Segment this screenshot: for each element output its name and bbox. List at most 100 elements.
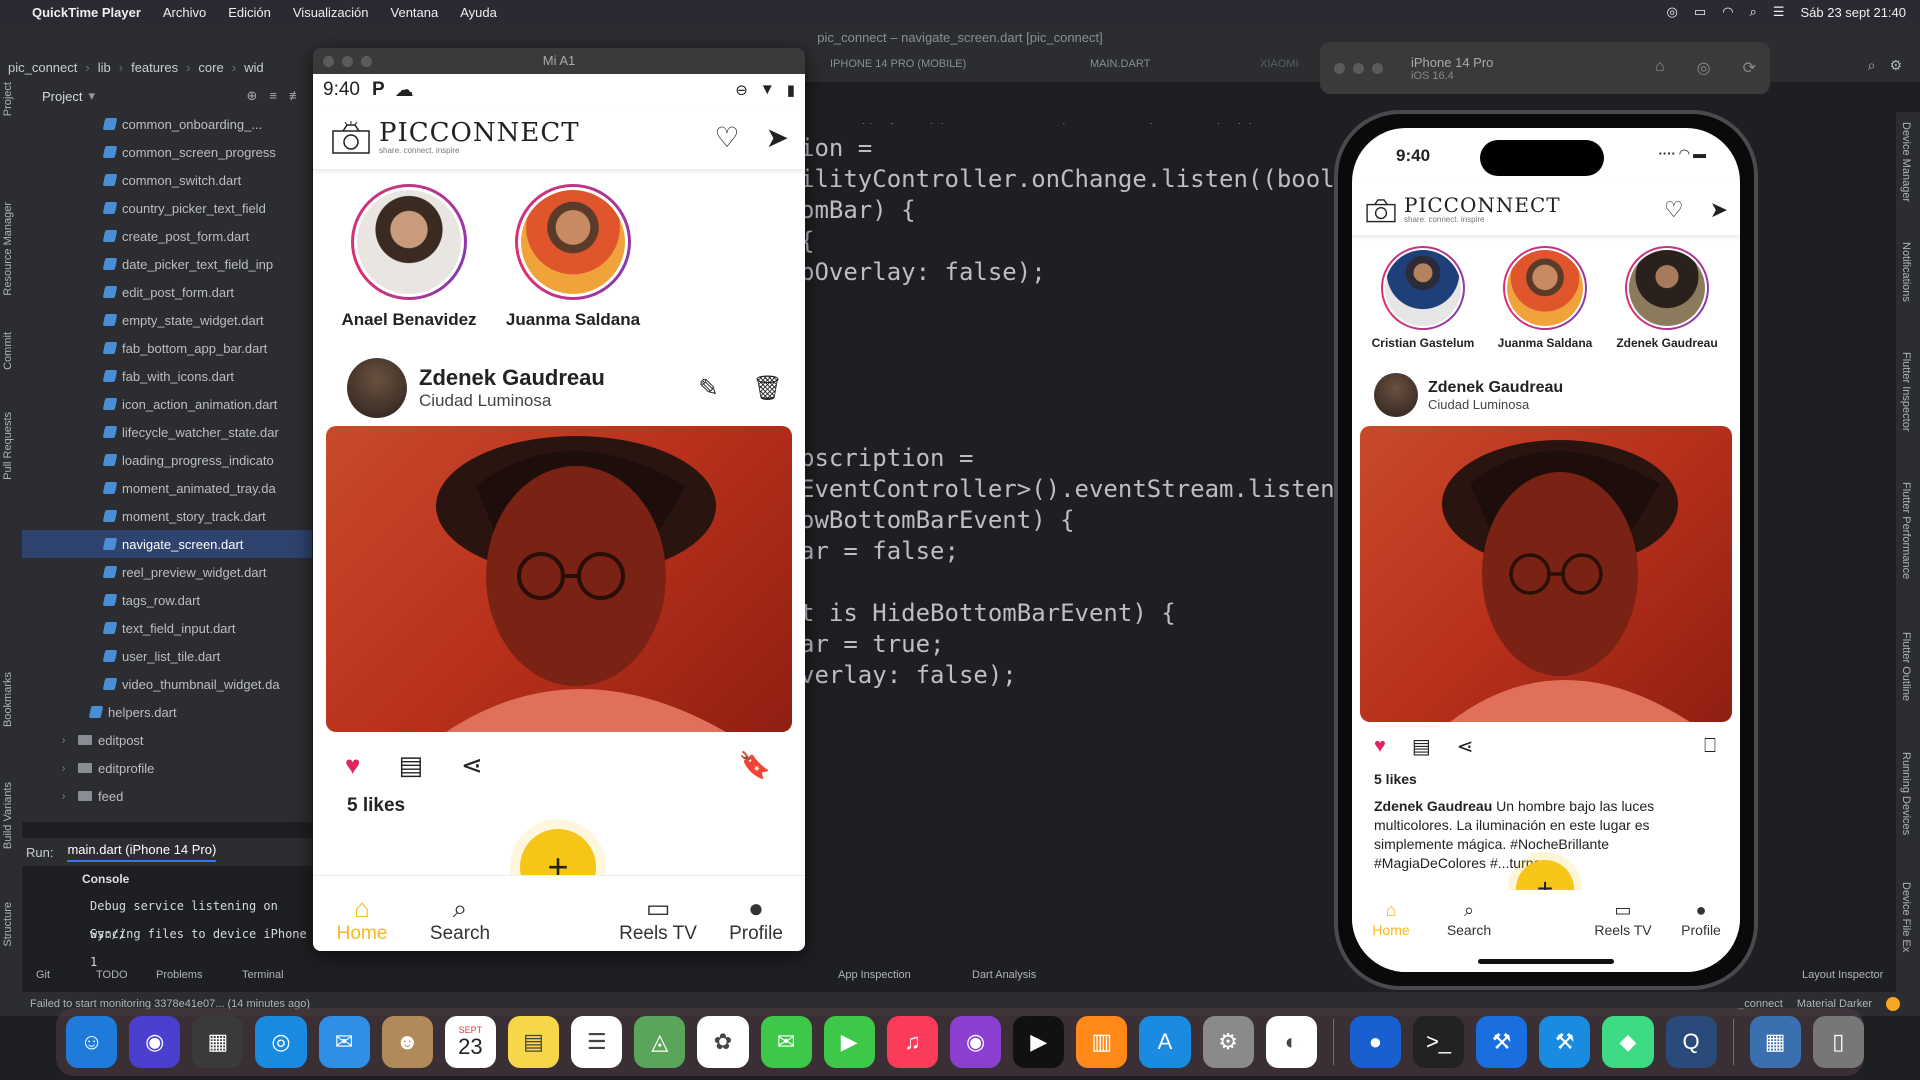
wifi-icon[interactable]: ◠ [1722,4,1733,20]
chevron-right-icon[interactable]: › [62,763,74,774]
menu-ventana[interactable]: Ventana [391,5,439,20]
tree-file[interactable]: fab_with_icons.dart [22,362,312,390]
tool-dart-analysis[interactable]: Dart Analysis [972,969,1036,981]
tree-file[interactable]: loading_progress_indicato [22,446,312,474]
tree-file[interactable]: helpers.dart [22,698,312,726]
control-center-icon[interactable]: ☰ [1773,4,1785,20]
tree-file[interactable]: common_screen_progress [22,138,312,166]
tool-layout-inspector[interactable]: Layout Inspector [1802,969,1883,981]
post-image[interactable] [1360,426,1732,722]
comment-icon[interactable]: ▤ [1412,734,1431,759]
tool-structure[interactable]: Structure [2,902,14,947]
dock-mail-icon[interactable]: ✉ [318,1016,370,1068]
tool-commit[interactable]: Commit [2,332,14,370]
share-icon[interactable]: ⋖ [461,750,483,781]
post-author[interactable]: Zdenek Gaudreau [1428,379,1563,397]
avatar[interactable] [347,358,407,418]
dock-quicktime-icon[interactable]: Q [1665,1016,1717,1068]
search-icon[interactable]: ⌕ [1750,4,1757,20]
app-menu[interactable]: QuickTime Player [32,5,141,20]
battery-icon[interactable]: ▭ [1694,4,1706,20]
dock-contacts-icon[interactable]: ☻ [381,1016,433,1068]
tree-folder[interactable]: › feed [22,782,312,810]
dock-app-store-icon[interactable]: A [1139,1016,1191,1068]
story-item[interactable]: Anael Benavidez [339,184,479,340]
nav-search[interactable]: ⌕ Search [411,893,509,945]
dock-reminders-icon[interactable]: ☰ [571,1016,623,1068]
dock-music-icon[interactable]: ♫ [886,1016,938,1068]
tool-project[interactable]: Project [2,82,14,116]
tree-file[interactable]: date_picker_text_field_inp [22,250,312,278]
tool-notifications[interactable]: Notifications [1900,242,1912,302]
dock-launchpad-icon[interactable]: ▦ [192,1016,244,1068]
tool-app-inspection[interactable]: App Inspection [838,969,911,981]
dock-terminal-icon[interactable]: >_ [1412,1016,1465,1068]
breadcrumb-project[interactable]: pic_connect [8,60,77,75]
run-config-selector[interactable]: MAIN.DART [1090,58,1150,70]
breadcrumb-features[interactable]: features [131,60,178,75]
tree-file[interactable]: edit_post_form.dart [22,278,312,306]
nav-reels[interactable]: ▭ Reels TV [609,893,707,945]
home-icon[interactable]: ⌂ [1655,58,1665,78]
dock-android-studio-icon[interactable]: ◆ [1602,1016,1654,1068]
tree-file[interactable]: moment_animated_tray.da [22,474,312,502]
dock-xcode-icon[interactable]: ⚒ [1476,1016,1528,1068]
nav-home[interactable]: ⌂ Home [1352,900,1430,972]
tree-file[interactable]: reel_preview_widget.dart [22,558,312,586]
heart-filled-icon[interactable]: ♥ [345,750,360,781]
dock-downloads-icon[interactable]: ▦ [1749,1016,1801,1068]
tool-flutter-outline[interactable]: Flutter Outline [1900,632,1912,701]
caption-author[interactable]: Zdenek Gaudreau [1374,798,1492,814]
tool-problems[interactable]: Problems [156,969,202,981]
edit-icon[interactable]: ✎ [698,374,718,403]
zoom-window-icon[interactable] [1372,62,1383,74]
tool-build-variants[interactable]: Build Variants [2,782,14,849]
tree-file[interactable]: common_onboarding_... [22,110,312,138]
menu-ayuda[interactable]: Ayuda [460,5,497,20]
tree-file[interactable]: text_field_input.dart [22,614,312,642]
console-tab[interactable]: Console [22,866,312,892]
tool-device-manager[interactable]: Device Manager [1900,122,1912,202]
tool-git[interactable]: Git [36,969,50,981]
send-icon[interactable]: ➤ [1710,197,1728,223]
story-item[interactable]: Juanma Saldana [503,184,643,340]
dock-calendar-icon[interactable]: SEPT 23 [444,1016,496,1068]
tool-device-file-explorer[interactable]: Device File Ex [1900,882,1912,952]
chevron-down-icon[interactable]: ▾ [88,88,95,104]
dock-xcode-beta-icon[interactable]: ⚒ [1539,1016,1591,1068]
tree-file[interactable]: video_thumbnail_widget.da [22,670,312,698]
chevron-right-icon[interactable]: › [62,735,74,746]
dock-siri-icon[interactable]: ◉ [129,1016,181,1068]
clock[interactable]: Sáb 23 sept 21:40 [1800,5,1906,20]
tree-file[interactable]: tags_row.dart [22,586,312,614]
menu-visualizacion[interactable]: Visualización [293,5,369,20]
tree-file[interactable]: create_post_form.dart [22,222,312,250]
tool-todo[interactable]: TODO [96,969,128,981]
bookmark-icon[interactable]: ⎕ [1704,735,1716,758]
post-image[interactable] [326,426,792,732]
post-author[interactable]: Zdenek Gaudreau [419,365,605,391]
heart-icon[interactable]: ♡ [1664,197,1684,223]
breadcrumb-wid[interactable]: wid [244,60,264,75]
tree-file[interactable]: fab_bottom_app_bar.dart [22,334,312,362]
tool-terminal[interactable]: Terminal [242,969,284,981]
nav-profile[interactable]: ● Profile [1662,900,1740,972]
dock-books-icon[interactable]: ▥ [1076,1016,1128,1068]
story-item[interactable]: Juanma Saldana [1490,246,1600,362]
headphones-icon[interactable]: ◎ [1667,4,1678,20]
xiaomi-device[interactable]: XIAOMI [1260,58,1299,70]
delete-icon[interactable]: 🗑 [753,374,783,403]
bookmark-icon[interactable]: 🔖 [739,750,771,781]
dock-podcasts-icon[interactable]: ◉ [949,1016,1002,1068]
nav-home[interactable]: ⌂ Home [313,893,411,945]
dock-notes-icon[interactable]: ▤ [507,1016,560,1068]
tool-flutter-performance[interactable]: Flutter Performance [1900,482,1912,579]
chevron-right-icon[interactable]: › [62,791,74,802]
story-item[interactable]: Zdenek Gaudreau [1612,246,1722,362]
avatar[interactable] [1374,373,1418,417]
tool-resource-manager[interactable]: Resource Manager [2,202,14,296]
tree-file[interactable]: country_picker_text_field [22,194,312,222]
tree-file[interactable]: icon_action_animation.dart [22,390,312,418]
settings-icon[interactable]: ⚙ [1889,57,1902,74]
dock-chrome-icon[interactable]: ◐ [1265,1016,1317,1068]
